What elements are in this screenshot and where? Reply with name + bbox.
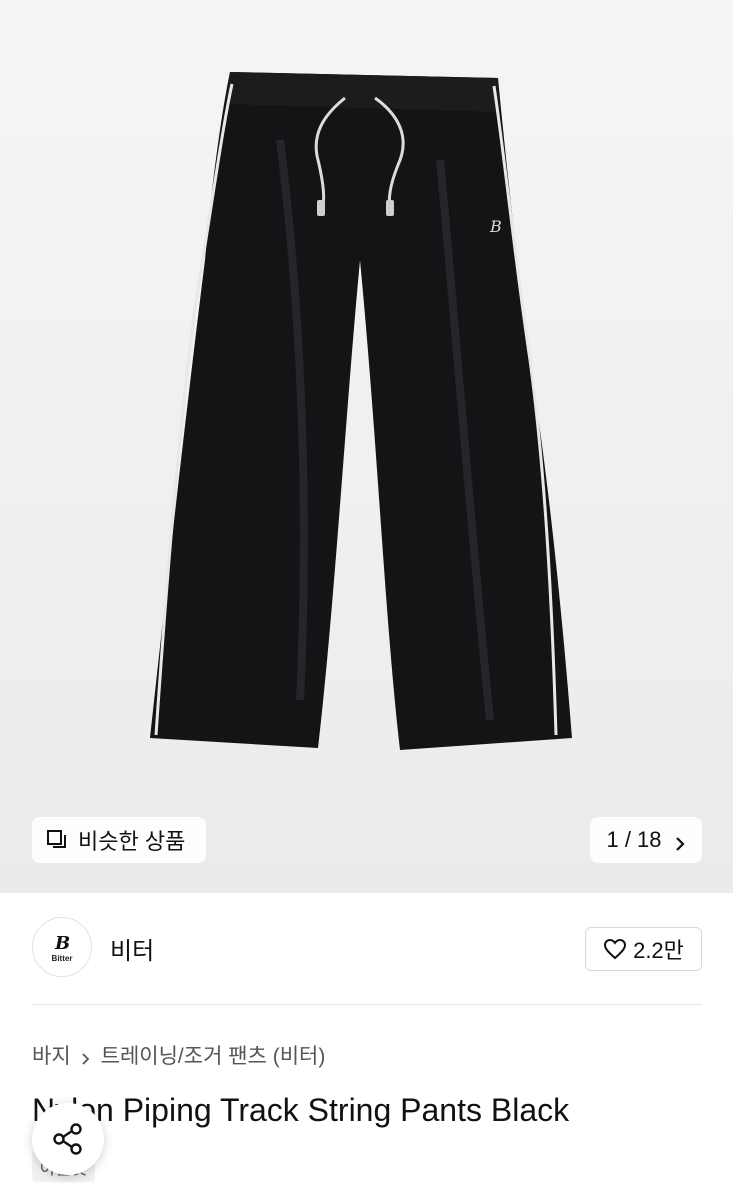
svg-text:B: B [489, 217, 502, 236]
image-counter-text: 1 / 18 [606, 827, 662, 852]
heart-icon [604, 938, 627, 960]
divider [32, 1004, 702, 1005]
product-image-carousel[interactable]: B 비슷한 상품 1 / 18 [0, 0, 733, 893]
product-photo: B [150, 72, 572, 750]
brand-row: B Bitter 비터 2.2만 [32, 917, 702, 983]
like-button[interactable]: 2.2만 [585, 927, 702, 971]
breadcrumb-item-subcategory[interactable]: 트레이닝/조거 팬츠 (비터) [101, 1040, 326, 1070]
breadcrumb-item-category[interactable]: 바지 [32, 1040, 71, 1070]
like-count: 2.2만 [633, 938, 684, 963]
brand-logo-mark: B [54, 933, 70, 952]
svg-text:B: B [54, 933, 70, 952]
image-counter[interactable]: 1 / 18 [590, 817, 702, 863]
similar-products-label: 비슷한 상품 [78, 829, 186, 854]
brand-logo-text: Bitter [51, 954, 73, 963]
copy-icon [46, 829, 68, 851]
chevron-right-icon [81, 1048, 91, 1065]
brand-logo[interactable]: B Bitter [32, 917, 92, 977]
product-title: Nylon Piping Track String Pants Black [32, 1092, 570, 1128]
share-icon [53, 1123, 82, 1155]
similar-products-button[interactable]: 비슷한 상품 [32, 817, 206, 863]
chevron-right-icon [674, 832, 686, 851]
brand-name[interactable]: 비터 [110, 931, 154, 966]
share-button[interactable] [32, 1103, 104, 1175]
breadcrumb: 바지 트레이닝/조거 팬츠 (비터) [32, 1040, 325, 1070]
